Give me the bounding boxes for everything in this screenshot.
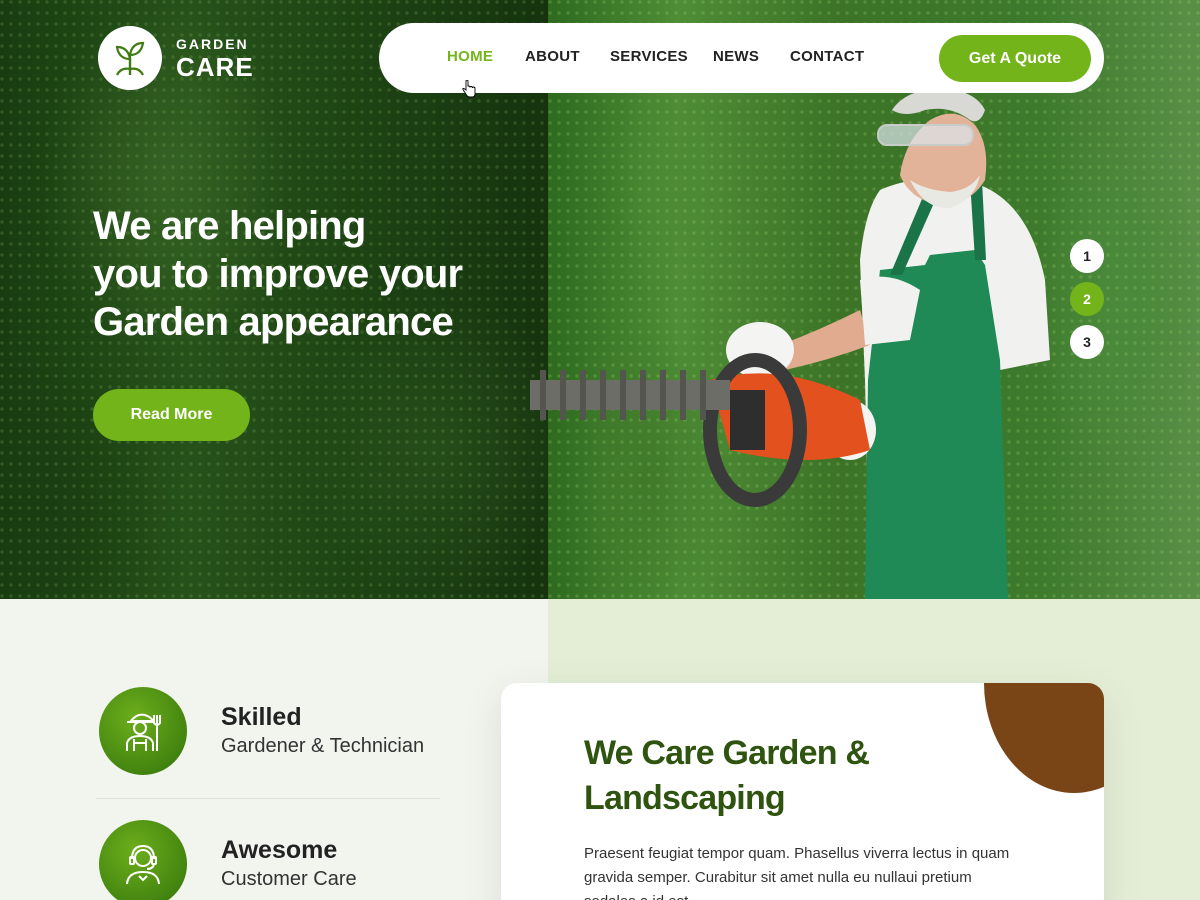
feature-subtitle: Customer Care <box>221 868 357 890</box>
feature-divider <box>96 798 440 799</box>
about-card-title-line: Landscaping <box>584 779 786 817</box>
feature-icon-badge <box>99 687 187 775</box>
feature-title: Awesome <box>221 836 338 864</box>
slide-dot-3[interactable]: 3 <box>1070 325 1104 359</box>
hero-headline: We are helping you to improve your Garde… <box>93 202 533 346</box>
slide-dot-1[interactable]: 1 <box>1070 239 1104 273</box>
hand-pointer-cursor-icon <box>462 80 476 98</box>
get-a-quote-button[interactable]: Get A Quote <box>939 35 1091 82</box>
hero-headline-line: We are helping <box>93 204 366 248</box>
hero-section: GARDEN CARE HOME ABOUT SERVICES NEWS CON… <box>0 0 1200 599</box>
about-card-body: Praesent feugiat tempor quam. Phasellus … <box>584 845 1010 900</box>
hero-headline-line: you to improve your <box>93 252 463 296</box>
about-card-title: We Care Garden & Landscaping <box>584 731 964 821</box>
feature-customer-care: Awesome Customer Care <box>99 820 357 900</box>
hero-headline-line: Garden appearance <box>93 300 454 344</box>
gardener-icon <box>126 713 161 751</box>
read-more-button[interactable]: Read More <box>93 389 250 441</box>
feature-subtitle: Gardener & Technician <box>221 735 425 757</box>
nav-home[interactable]: HOME <box>447 48 493 65</box>
main-navigation: HOME ABOUT SERVICES NEWS CONTACT Get A Q… <box>379 23 1104 93</box>
nav-news[interactable]: NEWS <box>713 48 759 65</box>
brand-logo[interactable]: GARDEN CARE <box>98 26 254 90</box>
slide-dot-2[interactable]: 2 <box>1070 282 1104 316</box>
feature-title: Skilled <box>221 703 302 731</box>
about-card-title-line: We Care Garden & <box>584 734 870 772</box>
support-agent-icon <box>126 844 160 885</box>
nav-about[interactable]: ABOUT <box>525 48 580 65</box>
card-decorative-circle <box>984 683 1104 793</box>
about-card: We Care Garden & Landscaping Praesent fe… <box>501 683 1104 900</box>
feature-icon-badge <box>99 820 187 900</box>
nav-contact[interactable]: CONTACT <box>790 48 864 65</box>
gardener-with-hedge-trimmer-image <box>530 88 1050 599</box>
plant-sprout-icon <box>115 41 145 76</box>
brand-line2: CARE <box>176 51 254 82</box>
brand-line1: GARDEN <box>176 35 249 52</box>
feature-skilled: Skilled Gardener & Technician <box>99 687 424 775</box>
nav-services[interactable]: SERVICES <box>610 48 688 65</box>
logo-badge <box>98 26 162 90</box>
